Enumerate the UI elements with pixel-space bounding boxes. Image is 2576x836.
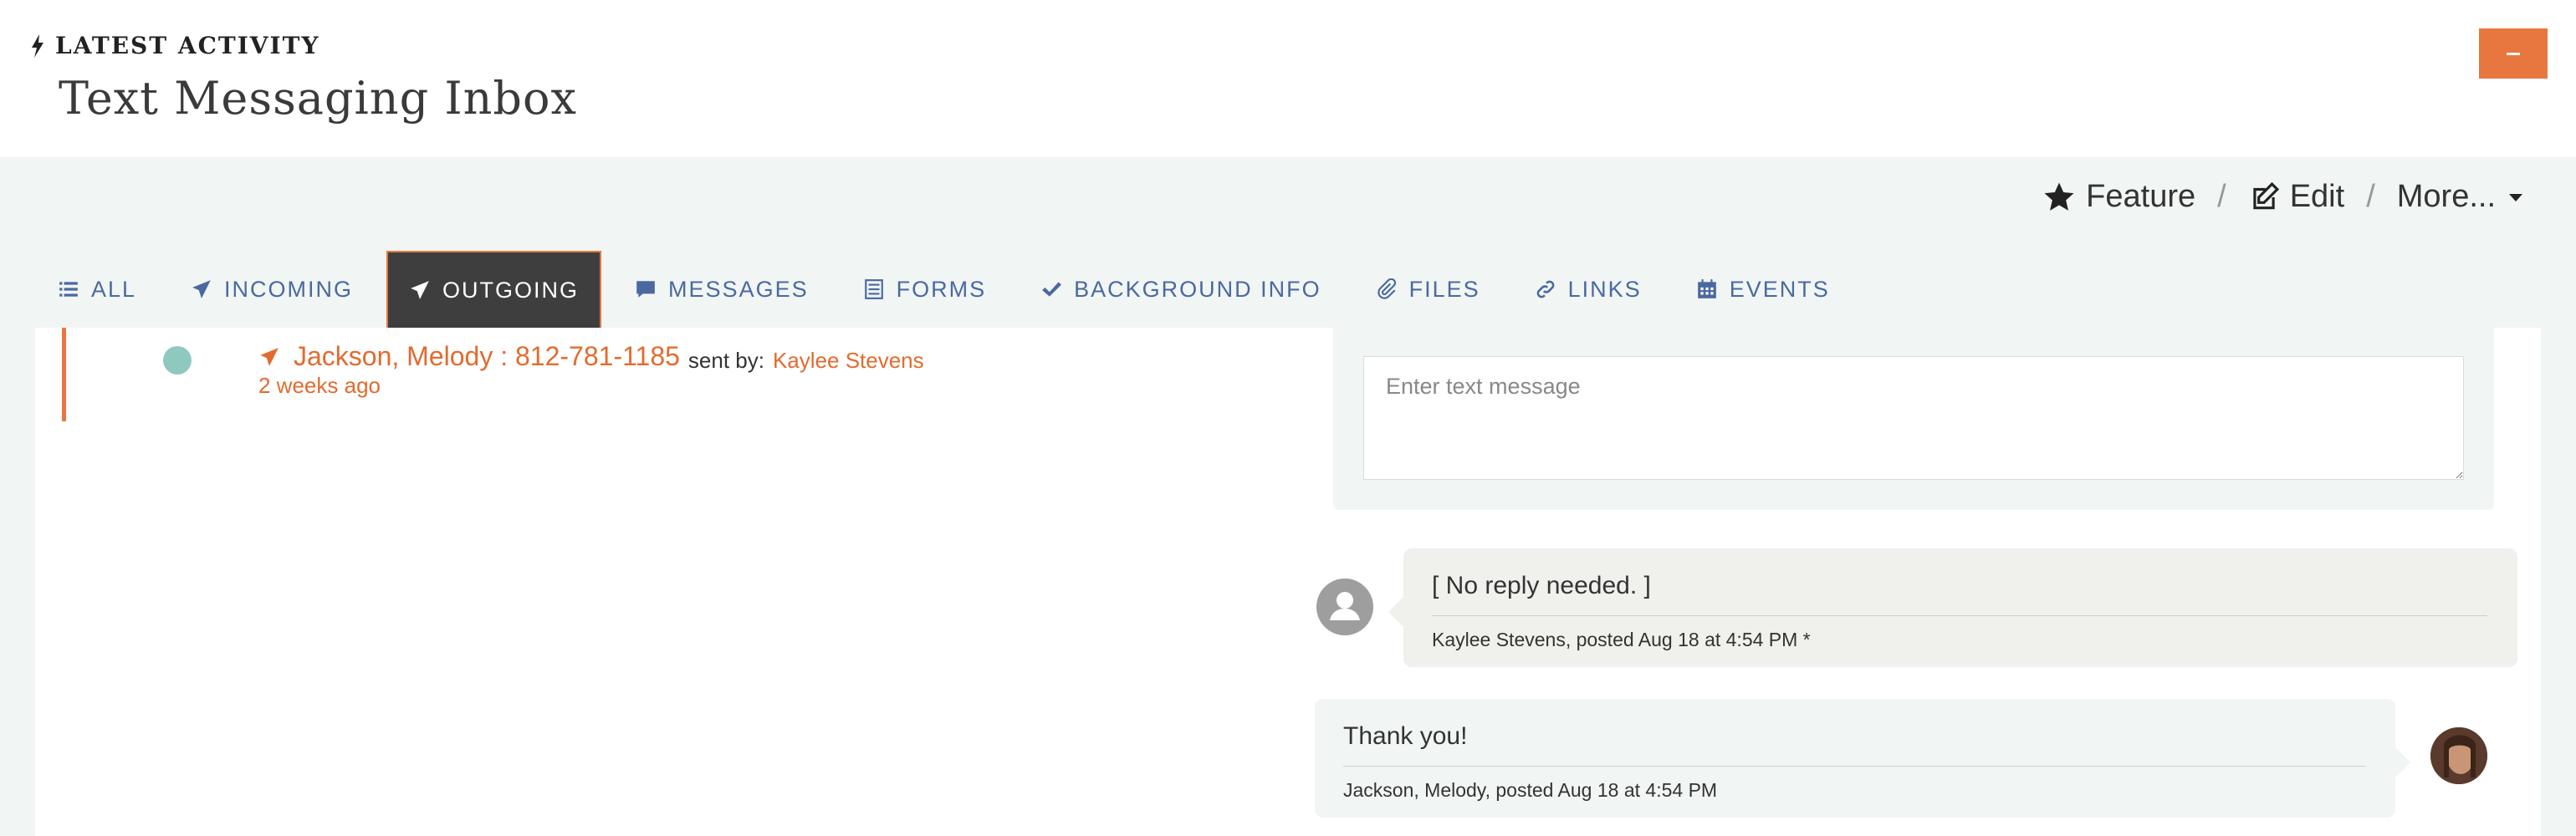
tab-files[interactable]: FILES	[1355, 251, 1501, 328]
more-dropdown[interactable]: More...	[2397, 179, 2526, 215]
caret-down-icon	[2509, 193, 2522, 201]
paperclip-icon	[1377, 278, 1396, 299]
feed-item[interactable]: Jackson, Melody : 812-781-1185 sent by: …	[62, 328, 1149, 421]
tab-forms[interactable]: FORMS	[842, 251, 1008, 328]
star-icon	[2044, 182, 2074, 211]
eyebrow-label: LATEST ACTIVITY	[55, 32, 320, 59]
contact-photo-icon	[2430, 727, 2487, 784]
comment-icon	[636, 281, 655, 298]
edit-icon	[2253, 181, 2279, 209]
tab-label: INCOMING	[224, 276, 354, 302]
paper-plane-icon	[260, 347, 279, 366]
tab-label: BACKGROUND INFO	[1074, 276, 1321, 302]
action-separator: /	[2217, 179, 2226, 214]
tab-background-info[interactable]: BACKGROUND INFO	[1020, 251, 1342, 328]
tab-incoming[interactable]: INCOMING	[170, 251, 374, 328]
feed-contact-link[interactable]: Jackson, Melody : 812-781-1185	[258, 341, 680, 372]
tab-label: FORMS	[896, 276, 987, 302]
tab-events[interactable]: EVENTS	[1675, 251, 1851, 328]
feed-header: Jackson, Melody : 812-781-1185 sent by: …	[258, 341, 924, 374]
page-title: Text Messaging Inbox	[59, 72, 577, 125]
tab-label: ALL	[91, 276, 137, 302]
message-divider	[1432, 615, 2487, 616]
tab-label: OUTGOING	[442, 277, 580, 303]
tab-all[interactable]: ALL	[37, 251, 157, 328]
tab-label: LINKS	[1567, 276, 1642, 302]
paper-plane-icon	[192, 280, 211, 298]
contact-label: Jackson, Melody : 812-781-1185	[294, 341, 680, 371]
lightning-icon	[32, 33, 43, 58]
feature-label: Feature	[2086, 179, 2196, 214]
user-icon	[1330, 592, 1360, 620]
feed-timestamp: 2 weeks ago	[258, 373, 381, 398]
link-icon	[1536, 280, 1555, 298]
activity-panel: Jackson, Melody : 812-781-1185 sent by: …	[35, 328, 2541, 836]
sender-link[interactable]: Kaylee Stevens	[773, 348, 924, 374]
message-bubble: Thank you! Jackson, Melody, posted Aug 1…	[1315, 699, 2410, 818]
message-meta: Kaylee Stevens, posted Aug 18 at 4:54 PM…	[1432, 629, 1811, 650]
record-actions: Feature / Edit / More...	[2042, 179, 2526, 215]
message-text: Thank you!	[1343, 722, 1468, 750]
form-icon	[864, 279, 883, 299]
edit-action[interactable]: Edit	[2248, 179, 2344, 215]
message-bubble: [ No reply needed. ] Kaylee Stevens, pos…	[1388, 548, 2517, 667]
more-label: More...	[2396, 179, 2496, 214]
avatar	[1316, 579, 1373, 635]
action-separator: /	[2366, 179, 2375, 214]
edit-label: Edit	[2289, 179, 2345, 214]
compose-box	[1333, 328, 2494, 510]
tab-label: MESSAGES	[668, 276, 809, 302]
tab-label: EVENTS	[1729, 276, 1830, 302]
activity-tabs: ALL INCOMING OUTGOING MESSAGES FORMS BAC…	[37, 251, 1863, 328]
page-header: LATEST ACTIVITY Text Messaging Inbox	[0, 0, 2576, 157]
collapse-button[interactable]	[2479, 28, 2548, 79]
sent-by-label: sent by:	[687, 347, 764, 373]
list-icon	[59, 282, 78, 297]
message-meta: Jackson, Melody, posted Aug 18 at 4:54 P…	[1343, 779, 1718, 801]
avatar	[2430, 727, 2487, 784]
tab-messages[interactable]: MESSAGES	[614, 251, 830, 328]
message-divider	[1343, 766, 2365, 767]
paper-plane-icon	[411, 281, 429, 299]
status-dot	[163, 346, 192, 375]
tab-label: FILES	[1408, 276, 1480, 302]
text-message-input[interactable]	[1363, 356, 2464, 480]
section-eyebrow: LATEST ACTIVITY	[30, 32, 319, 59]
tab-outgoing[interactable]: OUTGOING	[386, 251, 602, 328]
minus-icon	[2507, 52, 2520, 55]
tab-links[interactable]: LINKS	[1514, 251, 1663, 328]
check-icon	[1042, 282, 1062, 297]
message-text: [ No reply needed. ]	[1432, 572, 1651, 599]
calendar-icon	[1697, 279, 1716, 298]
feature-action[interactable]: Feature	[2042, 179, 2195, 215]
